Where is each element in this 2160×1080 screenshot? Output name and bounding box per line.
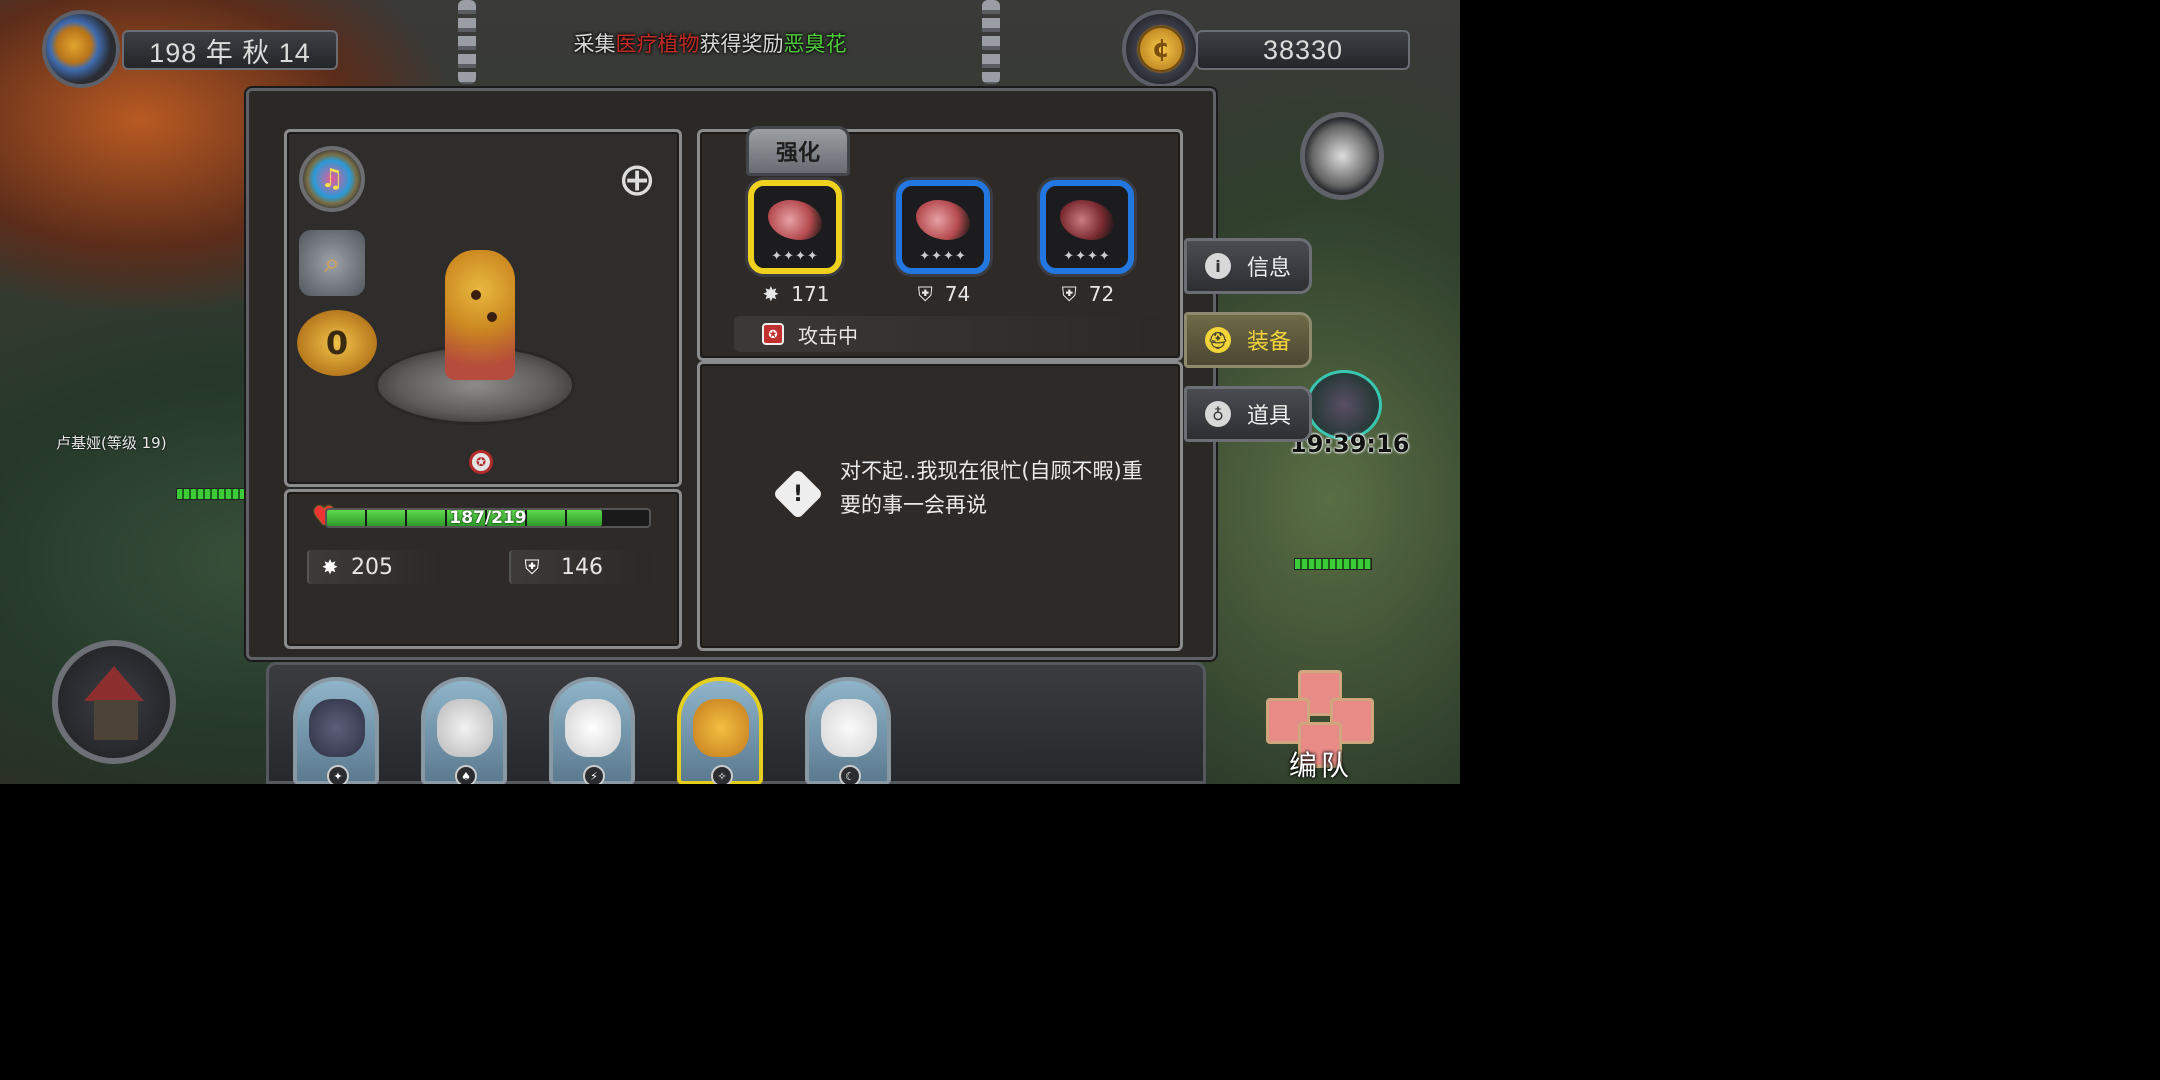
quest-prefix: 采集 xyxy=(573,32,616,56)
equip-slot-armor[interactable]: ✦✦✦✦ xyxy=(896,180,990,274)
character-stats: ♥ 187/219 ✸ 205 ⛨ 146 xyxy=(284,489,682,649)
hero-portrait-icon xyxy=(565,699,621,757)
hero-portrait-icon xyxy=(437,699,493,757)
armor-item-icon xyxy=(916,200,970,240)
attack-value: 205 xyxy=(351,554,393,580)
gloves-item-icon xyxy=(1060,200,1114,240)
equip-slot-gloves[interactable]: ✦✦✦✦ xyxy=(1040,180,1134,274)
burst-icon: ✸ xyxy=(321,555,339,579)
roster-hero-4[interactable]: ✧ xyxy=(677,677,763,784)
tab-info-label: 信息 xyxy=(1247,256,1292,281)
shield-icon: ⛨ xyxy=(917,282,933,306)
add-pet-bunny-icon[interactable]: ⊕ xyxy=(605,146,669,212)
sprite-spot xyxy=(471,290,481,300)
attack-status-icon: ✪ xyxy=(469,450,493,474)
attack-stat: ✸ 205 xyxy=(307,550,447,584)
date-display: 198 年 秋 14 xyxy=(122,30,338,70)
hero-roster: ✦ ♠ ⚡ ✧ ☾ xyxy=(266,662,1206,784)
hero-portrait-icon xyxy=(821,699,877,757)
character-display: ♫ ⌕ 0 ⊕ ✪ xyxy=(284,129,682,487)
tab-items[interactable]: ♁ 道具 xyxy=(1184,386,1312,442)
tab-info[interactable]: i 信息 xyxy=(1184,238,1312,294)
tab-equipment-label: 装备 xyxy=(1247,330,1292,355)
defense-value: 146 xyxy=(561,554,603,580)
info-icon: i xyxy=(1205,253,1231,279)
shield-icon: ⛨ xyxy=(524,555,540,579)
slot-stars: ✦✦✦✦ xyxy=(771,249,819,264)
gloves-stat-value: 72 xyxy=(1088,282,1115,306)
rank-level: 0 xyxy=(325,324,349,362)
chain-left xyxy=(458,0,476,84)
roster-hero-5[interactable]: ☾ xyxy=(805,677,891,784)
weapon-stat: ✸ 171 xyxy=(736,282,856,306)
gold-coin-icon: ¢ xyxy=(1122,10,1200,88)
coin-symbol-icon: ¢ xyxy=(1138,26,1184,72)
home-button[interactable] xyxy=(52,640,176,764)
quest-banner[interactable]: 采集医疗植物获得奖励恶臭花 xyxy=(500,28,920,58)
chain-right xyxy=(982,0,1000,84)
hp-bar: 187/219 xyxy=(325,508,651,528)
dialog-panel: ! 对不起..我现在很忙(自顾不暇)重要的事一会再说 xyxy=(697,361,1183,651)
roster-hero-3[interactable]: ⚡ xyxy=(549,677,635,784)
quest-target: 医疗植物 xyxy=(615,32,700,56)
enemy-health-bar xyxy=(1294,558,1372,570)
equipment-panel: 强化 ✦✦✦✦ ✦✦✦✦ ✦✦✦✦ ✸ 171 ⛨ 74 ⛨ 72 ✪ 攻击中 xyxy=(697,126,1183,361)
defense-stat: ⛨ 146 xyxy=(509,550,651,584)
telescope-icon[interactable]: ⌕ xyxy=(299,230,365,296)
sprite-spot xyxy=(487,312,497,322)
status-bar: ✪ 攻击中 xyxy=(734,316,1160,352)
class-icon: ⚡ xyxy=(583,765,605,784)
date-text: 198 年 秋 14 xyxy=(149,37,311,68)
rank-wings-icon[interactable]: 0 xyxy=(297,310,377,376)
class-icon: ✧ xyxy=(711,765,733,784)
hp-text: 187/219 xyxy=(449,508,527,528)
gold-display: 38330 xyxy=(1196,30,1410,70)
team-label: 编队 xyxy=(1288,749,1353,782)
house-wall-icon xyxy=(94,700,138,740)
burst-icon: ✸ xyxy=(762,282,780,306)
class-icon: ♠ xyxy=(455,765,477,784)
season-medal-icon[interactable] xyxy=(42,10,120,88)
status-text: 攻击中 xyxy=(798,323,858,348)
dialog-message: 对不起..我现在很忙(自顾不暇)重要的事一会再说 xyxy=(840,459,1143,517)
quest-reward: 恶臭花 xyxy=(783,32,847,56)
weapon-item-icon xyxy=(768,200,822,240)
hero-avatar-button[interactable] xyxy=(1300,112,1384,200)
enhance-button[interactable]: 强化 xyxy=(746,126,850,176)
slot-stars: ✦✦✦✦ xyxy=(1063,249,1111,264)
equip-slot-weapon[interactable]: ✦✦✦✦ xyxy=(748,180,842,274)
potion-bag-icon: ♁ xyxy=(1205,401,1231,427)
warning-icon: ! xyxy=(772,468,824,520)
helmet-icon: ⛑ xyxy=(1205,327,1231,353)
tab-equipment[interactable]: ⛑ 装备 xyxy=(1184,312,1312,368)
hero-portrait-icon xyxy=(693,699,749,757)
shield-icon: ⛨ xyxy=(1061,282,1077,306)
roster-hero-2[interactable]: ♠ xyxy=(421,677,507,784)
character-stage xyxy=(375,250,585,450)
screen-edge xyxy=(1460,0,1568,784)
character-sprite[interactable] xyxy=(445,250,515,380)
class-icon: ☾ xyxy=(839,765,861,784)
team-formation-button[interactable]: 编队 xyxy=(1262,668,1380,784)
gloves-stat: ⛨ 72 xyxy=(1028,282,1148,306)
slot-stars: ✦✦✦✦ xyxy=(919,249,967,264)
game-scene: 198 年 秋 14 采集医疗植物获得奖励恶臭花 ¢ 38330 卢基娅(等级 … xyxy=(0,0,1460,784)
gold-amount: 38330 xyxy=(1262,34,1344,65)
character-panel: ♫ ⌕ 0 ⊕ ✪ ♥ 187/219 ✸ 205 ⛨ 146 强化 ✦✦✦✦ … xyxy=(246,88,1216,660)
armor-stat-value: 74 xyxy=(944,282,971,306)
armor-stat: ⛨ 74 xyxy=(884,282,1004,306)
attack-status-icon: ✪ xyxy=(762,323,784,345)
roster-hero-1[interactable]: ✦ xyxy=(293,677,379,784)
npc-name-label: 卢基娅(等级 19) xyxy=(56,434,167,452)
music-note-icon[interactable]: ♫ xyxy=(299,146,365,212)
weapon-stat-value: 171 xyxy=(791,282,830,306)
quest-middle: 获得奖励 xyxy=(699,32,784,56)
hero-portrait-icon xyxy=(309,699,365,757)
npc-health-bar xyxy=(176,488,252,500)
class-icon: ✦ xyxy=(327,765,349,784)
tab-items-label: 道具 xyxy=(1247,404,1292,429)
